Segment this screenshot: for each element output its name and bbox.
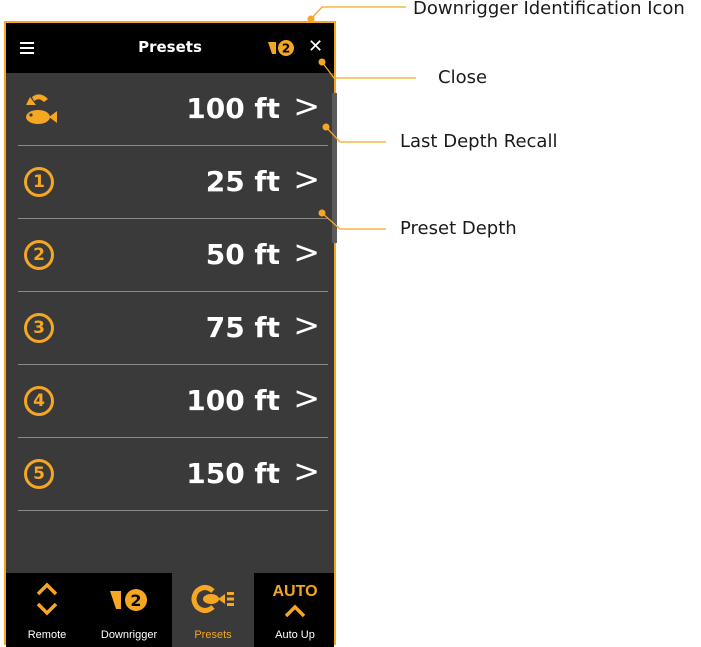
callout-line-close	[321, 61, 416, 79]
callout-last-depth-recall: Last Depth Recall	[400, 131, 558, 152]
callout-dot	[322, 123, 330, 131]
callout-line-downrigger	[310, 6, 406, 20]
callout-dot	[318, 58, 326, 66]
callout-dot	[307, 15, 315, 23]
callout-downrigger-identification: Downrigger Identification Icon	[413, 0, 685, 19]
callout-line-last-depth	[325, 126, 386, 143]
callout-lines	[307, 6, 416, 230]
callout-preset-depth: Preset Depth	[400, 218, 517, 239]
callout-dot	[318, 209, 326, 217]
callout-close: Close	[438, 67, 488, 88]
callout-line-preset-depth	[321, 212, 386, 230]
